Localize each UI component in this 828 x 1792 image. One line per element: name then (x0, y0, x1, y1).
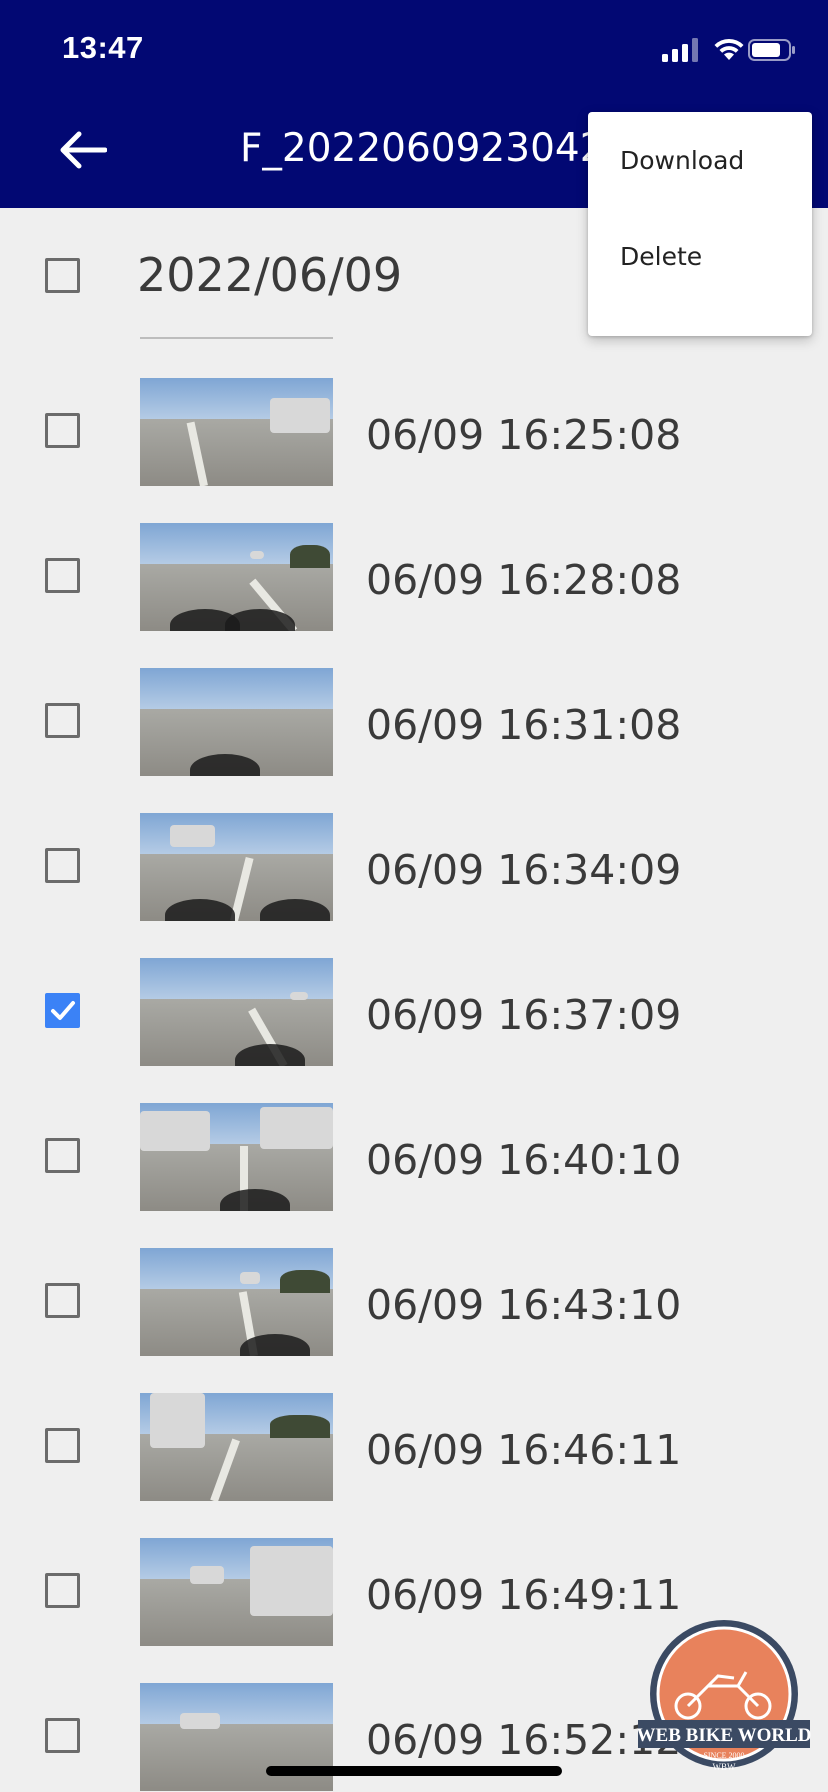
item-checkbox[interactable] (45, 1428, 80, 1463)
list-item[interactable]: 06/09 16:43:10 (0, 1243, 828, 1356)
video-thumbnail[interactable] (140, 1248, 333, 1356)
status-icons (656, 36, 796, 64)
status-time: 13:47 (62, 30, 144, 65)
web-bike-world-logo: WEB BIKE WORLD SINCE 2000 WBW (638, 1620, 811, 1770)
recording-time: 06/09 16:40:10 (366, 1136, 682, 1184)
wifi-icon (714, 38, 744, 60)
recording-time: 06/09 16:31:08 (366, 701, 682, 749)
back-button[interactable] (54, 122, 110, 178)
video-thumbnail[interactable] (140, 813, 333, 921)
recording-time: 06/09 16:52:12 (366, 1716, 682, 1764)
list-item[interactable]: 06/09 16:34:09 (0, 808, 828, 921)
cellular-signal-icon (662, 38, 698, 62)
recording-time: 06/09 16:37:09 (366, 991, 682, 1039)
video-thumbnail[interactable] (140, 1103, 333, 1211)
list-item[interactable]: 06/09 16:40:10 (0, 1098, 828, 1211)
item-checkbox[interactable] (45, 558, 80, 593)
battery-icon (748, 39, 795, 61)
recording-time: 06/09 16:43:10 (366, 1281, 682, 1329)
item-checkbox[interactable] (45, 413, 80, 448)
item-checkbox[interactable] (45, 703, 80, 738)
page-title: F_20220609230421 (240, 126, 600, 171)
checkmark-icon (51, 1001, 75, 1020)
menu-item-delete[interactable]: Delete (588, 208, 812, 304)
recording-time: 06/09 16:49:11 (366, 1571, 682, 1619)
svg-text:WBW: WBW (713, 1762, 736, 1770)
list-item[interactable]: 06/09 16:37:09 (0, 953, 828, 1066)
video-thumbnail[interactable] (140, 523, 333, 631)
overflow-menu: Download Delete (588, 112, 812, 336)
item-checkbox[interactable] (45, 993, 80, 1028)
menu-item-download[interactable]: Download (588, 112, 812, 208)
item-checkbox[interactable] (45, 1718, 80, 1753)
video-thumbnail[interactable] (140, 958, 333, 1066)
list-item[interactable]: 06/09 16:28:08 (0, 518, 828, 631)
item-checkbox[interactable] (45, 848, 80, 883)
arrow-left-icon (60, 131, 107, 169)
svg-text:SINCE 2000: SINCE 2000 (703, 1751, 744, 1760)
video-thumbnail[interactable] (140, 1538, 333, 1646)
video-thumbnail[interactable] (140, 668, 333, 776)
item-checkbox[interactable] (45, 1138, 80, 1173)
svg-text:WEB BIKE WORLD: WEB BIKE WORLD (638, 1725, 811, 1746)
recording-time: 06/09 16:28:08 (366, 556, 682, 604)
recording-time: 06/09 16:25:08 (366, 411, 682, 459)
list-item[interactable]: 06/09 16:31:08 (0, 663, 828, 776)
list-divider (140, 337, 333, 339)
date-group-label: 2022/06/09 (137, 248, 403, 302)
select-all-checkbox[interactable] (45, 258, 80, 293)
item-checkbox[interactable] (45, 1283, 80, 1318)
recording-time: 06/09 16:46:11 (366, 1426, 682, 1474)
list-item[interactable]: 06/09 16:46:11 (0, 1388, 828, 1501)
item-checkbox[interactable] (45, 1573, 80, 1608)
home-indicator[interactable] (266, 1766, 562, 1776)
video-thumbnail[interactable] (140, 1393, 333, 1501)
list-item[interactable]: 06/09 16:25:08 (0, 373, 828, 486)
recording-time: 06/09 16:34:09 (366, 846, 682, 894)
video-thumbnail[interactable] (140, 378, 333, 486)
